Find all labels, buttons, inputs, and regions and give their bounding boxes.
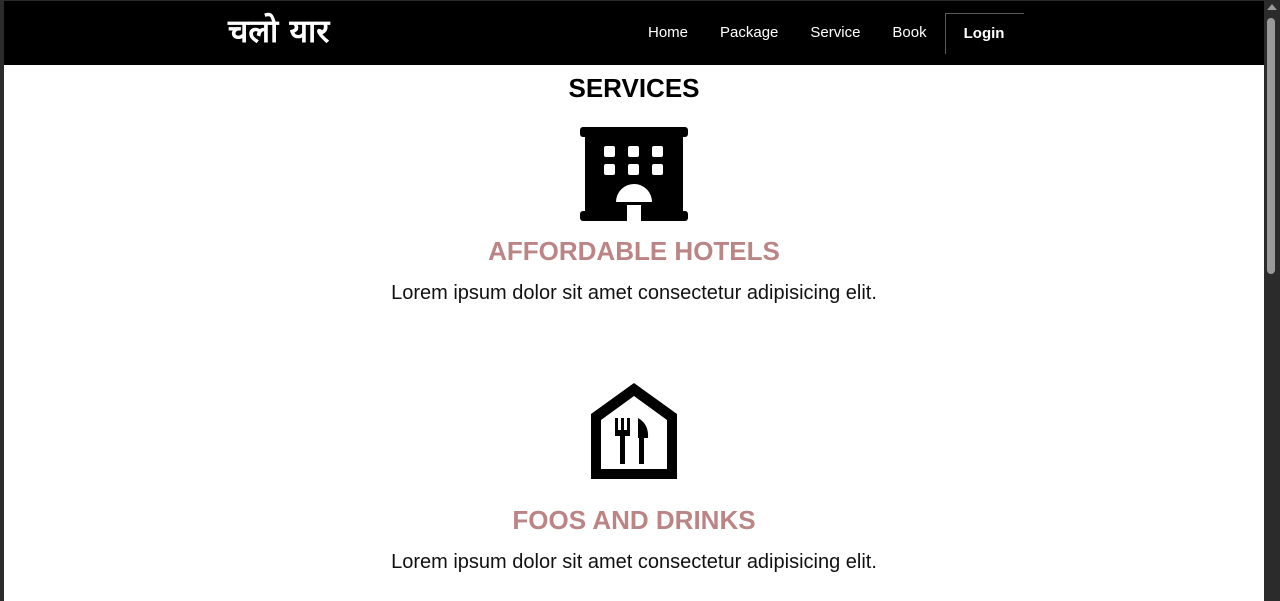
service-heading-food: FOOS AND DRINKS — [512, 505, 756, 535]
scrollbar[interactable] — [1264, 0, 1280, 601]
restaurant-icon — [588, 380, 680, 486]
service-heading-hotels: AFFORDABLE HOTELS — [488, 236, 780, 266]
brand-logo[interactable]: चलो यार — [228, 9, 329, 53]
browser-frame: चलो यार Home Package Service Book Login … — [0, 0, 1280, 601]
nav-link-package[interactable]: Package — [704, 13, 794, 53]
hotel-icon — [580, 127, 688, 227]
navbar: चलो यार Home Package Service Book Login — [4, 1, 1264, 65]
service-text-food: Lorem ipsum dolor sit amet consectetur a… — [391, 551, 877, 573]
nav-link-book[interactable]: Book — [876, 13, 942, 53]
scroll-up-arrow-icon[interactable] — [1267, 4, 1277, 10]
service-text-hotels: Lorem ipsum dolor sit amet consectetur a… — [391, 282, 877, 304]
login-button[interactable]: Login — [944, 12, 1024, 54]
nav-link-home[interactable]: Home — [632, 13, 704, 53]
page-viewport: चलो यार Home Package Service Book Login … — [4, 1, 1264, 601]
section-title: SERVICES — [568, 73, 700, 103]
nav-link-service[interactable]: Service — [794, 13, 876, 53]
scrollbar-thumb[interactable] — [1267, 18, 1275, 274]
nav-menu: Home Package Service Book Login — [632, 12, 1024, 54]
